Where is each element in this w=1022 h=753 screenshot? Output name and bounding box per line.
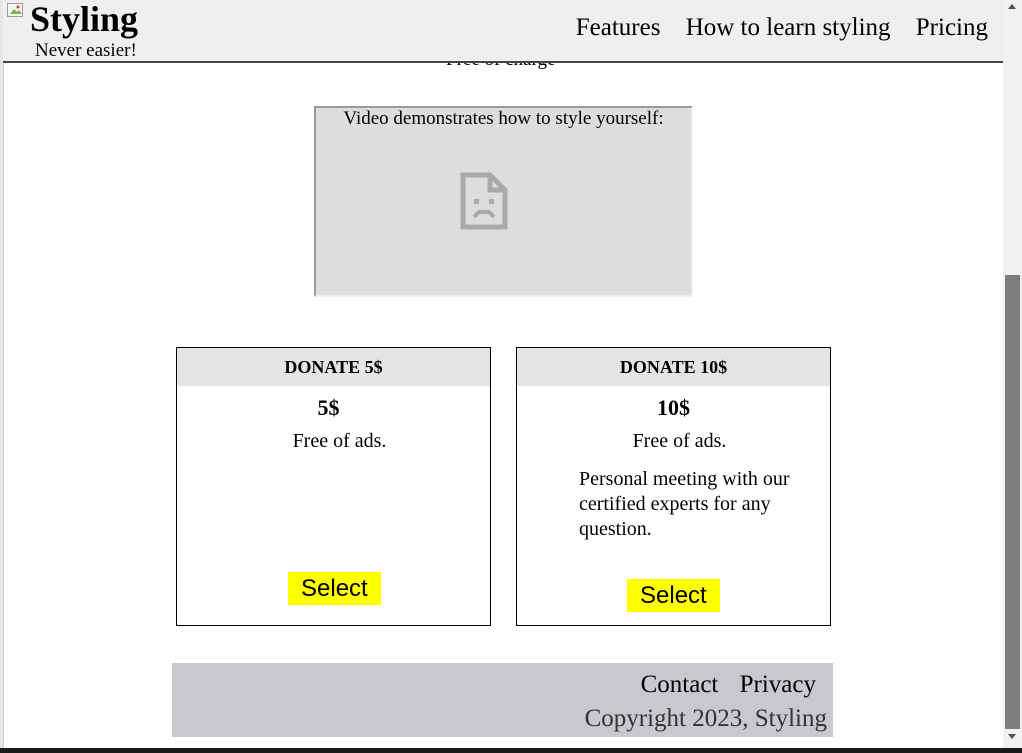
copyright: Copyright 2023, Styling <box>584 705 827 732</box>
scroll-down-arrow-icon[interactable] <box>1008 734 1016 739</box>
brand-name: Styling <box>30 0 139 39</box>
site-footer: Contact Privacy Copyright 2023, Styling <box>172 663 833 737</box>
nav-link-pricing[interactable]: Pricing <box>916 14 988 41</box>
window-left-edge <box>0 0 4 753</box>
pricing-card-donate-10: DONATE 10$ 10$ Free of ads. Personal mee… <box>516 347 831 626</box>
nav-link-features[interactable]: Features <box>576 14 661 41</box>
card-price: 5$ <box>317 395 340 420</box>
select-button-donate-5[interactable]: Select <box>288 572 381 605</box>
vertical-scrollbar[interactable] <box>1003 0 1022 748</box>
broken-image-icon <box>7 3 23 17</box>
video-caption: Video demonstrates how to style yourself… <box>343 108 664 129</box>
video-player[interactable]: Video demonstrates how to style yourself… <box>314 106 693 297</box>
card-price: 10$ <box>657 395 690 420</box>
site-header: Styling Never easier! Features How to le… <box>3 0 1003 63</box>
pricing-card-donate-5: DONATE 5$ 5$ Free of ads. Select <box>176 347 491 626</box>
select-button-donate-10[interactable]: Select <box>627 579 720 612</box>
window-bottom-edge <box>0 748 1022 753</box>
tagline: Never easier! <box>35 40 137 61</box>
card-title: DONATE 10$ <box>517 348 830 386</box>
footer-link-contact[interactable]: Contact <box>641 671 719 698</box>
card-title: DONATE 5$ <box>177 348 490 386</box>
card-feature: Personal meeting with our certified expe… <box>579 468 790 540</box>
footer-links: Contact Privacy <box>626 670 816 700</box>
card-feature: Free of ads. <box>632 430 727 452</box>
card-feature: Free of ads. <box>292 430 387 452</box>
scrollbar-thumb[interactable] <box>1005 275 1020 729</box>
footer-link-privacy[interactable]: Privacy <box>740 671 816 698</box>
broken-document-icon <box>460 172 508 230</box>
nav-link-how-to-learn[interactable]: How to learn styling <box>686 14 891 41</box>
main-nav: Features How to learn styling Pricing <box>557 13 988 43</box>
scroll-up-arrow-icon[interactable] <box>1008 4 1016 9</box>
